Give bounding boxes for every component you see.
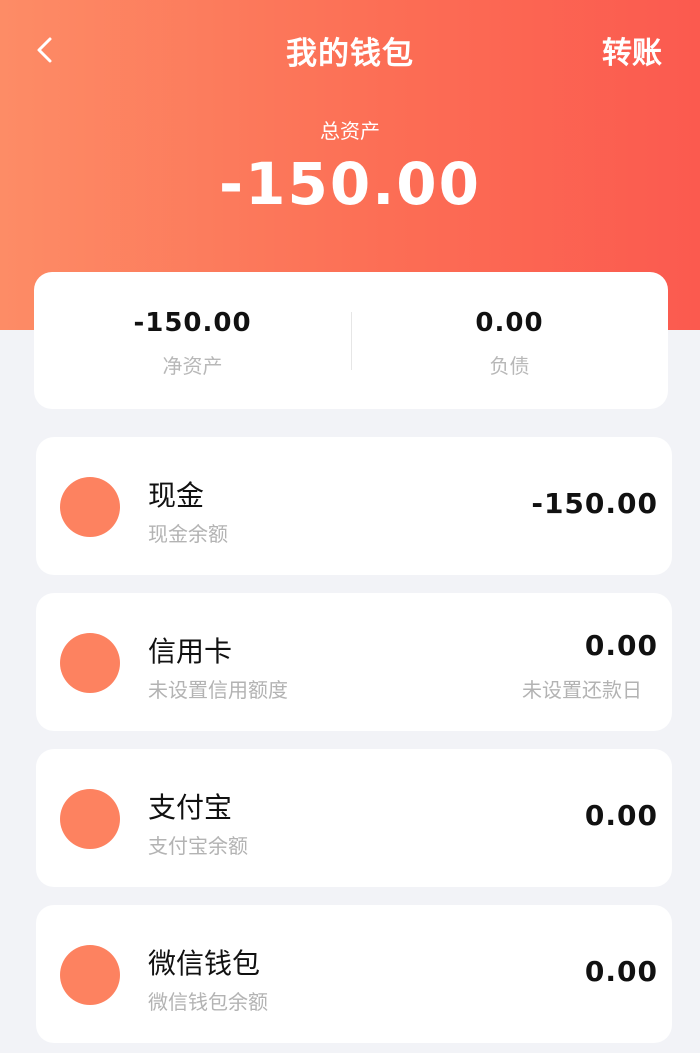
net-assets-label: 净资产 bbox=[162, 354, 223, 378]
liabilities-label: 负债 bbox=[489, 354, 530, 378]
liabilities-section[interactable]: 0.00 负债 bbox=[351, 272, 668, 409]
total-assets-label: 总资产 bbox=[320, 119, 380, 143]
account-subtitle: 支付宝余额 bbox=[148, 834, 248, 858]
account-card-credit-card[interactable]: 信用卡 未设置信用额度 0.00 未设置还款日 bbox=[36, 593, 672, 731]
account-subtitle: 现金余额 bbox=[148, 522, 228, 546]
summary-card: -150.00 净资产 0.00 负债 bbox=[34, 272, 668, 409]
wechat-wallet-icon bbox=[60, 945, 120, 1005]
account-name: 现金 bbox=[148, 479, 205, 512]
account-name: 支付宝 bbox=[148, 791, 233, 824]
top-bar: 我的钱包 转账 bbox=[0, 0, 700, 100]
net-assets-value: -150.00 bbox=[133, 308, 252, 338]
account-amount: 0.00 bbox=[584, 799, 658, 832]
page-title: 我的钱包 bbox=[286, 36, 414, 72]
account-amount: -150.00 bbox=[531, 487, 658, 520]
repayment-day-label: 未设置还款日 bbox=[522, 678, 642, 702]
account-name: 信用卡 bbox=[148, 635, 233, 668]
net-assets-section[interactable]: -150.00 净资产 bbox=[34, 272, 351, 409]
account-card-alipay[interactable]: 支付宝 支付宝余额 0.00 bbox=[36, 749, 672, 887]
account-name: 微信钱包 bbox=[148, 947, 261, 980]
transfer-button[interactable]: 转账 bbox=[602, 28, 662, 72]
account-card-wechat-wallet[interactable]: 微信钱包 微信钱包余额 0.00 bbox=[36, 905, 672, 1043]
account-amount: 0.00 bbox=[584, 955, 658, 988]
total-assets-value: -150.00 bbox=[219, 150, 481, 218]
cash-icon bbox=[60, 477, 120, 537]
account-subtitle: 未设置信用额度 bbox=[148, 678, 288, 702]
alipay-icon bbox=[60, 789, 120, 849]
account-subtitle: 微信钱包余额 bbox=[148, 990, 268, 1014]
account-amount: 0.00 bbox=[584, 629, 658, 662]
liabilities-value: 0.00 bbox=[475, 308, 544, 338]
credit-card-icon bbox=[60, 633, 120, 693]
account-card-cash[interactable]: 现金 现金余额 -150.00 bbox=[36, 437, 672, 575]
